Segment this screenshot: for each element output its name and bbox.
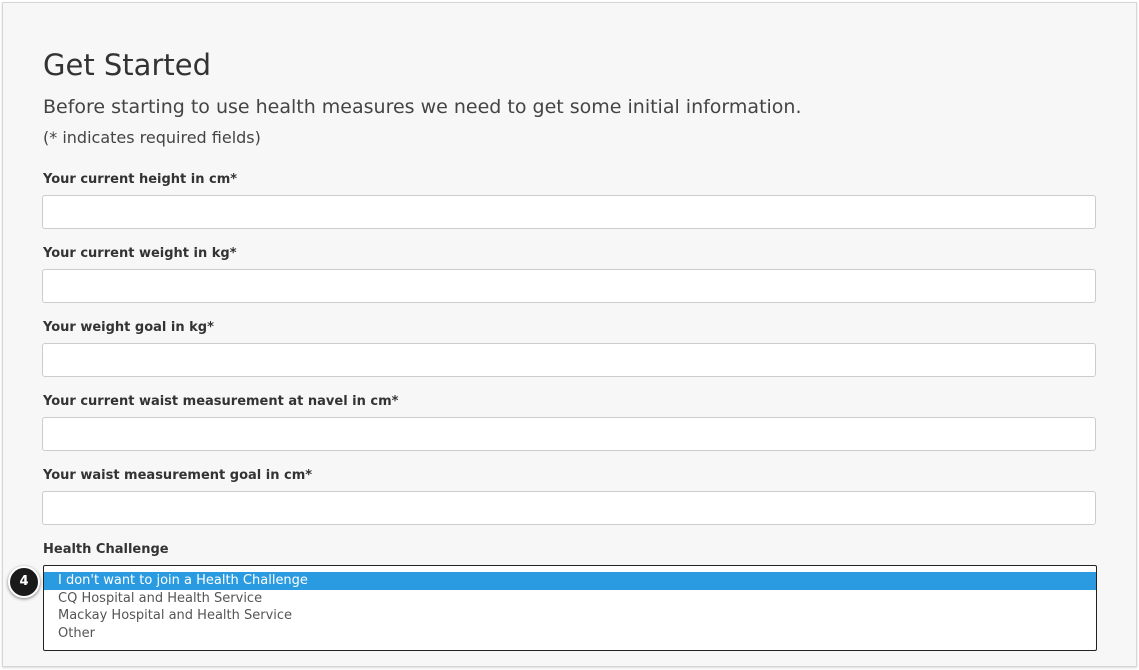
health-challenge-option[interactable]: Mackay Hospital and Health Service (44, 607, 1096, 625)
page-subtitle: Before starting to use health measures w… (43, 96, 802, 118)
health-challenge-option[interactable]: CQ Hospital and Health Service (44, 590, 1096, 608)
form-panel: Get Started Before starting to use healt… (2, 2, 1137, 667)
height-input[interactable] (42, 195, 1096, 229)
weight-goal-input[interactable] (42, 343, 1096, 377)
waist-goal-input[interactable] (42, 491, 1096, 525)
health-challenge-option[interactable]: Other (44, 625, 1096, 643)
health-challenge-listbox[interactable]: I don't want to join a Health Challenge … (43, 565, 1097, 651)
health-challenge-label: Health Challenge (43, 542, 169, 557)
waist-goal-label: Your waist measurement goal in cm* (43, 468, 313, 483)
waist-input[interactable] (42, 417, 1096, 451)
waist-label: Your current waist measurement at navel … (43, 394, 399, 409)
weight-input[interactable] (42, 269, 1096, 303)
height-label: Your current height in cm* (43, 172, 238, 187)
weight-goal-label: Your weight goal in kg* (43, 320, 214, 335)
health-challenge-option[interactable]: I don't want to join a Health Challenge (44, 572, 1096, 590)
page-title: Get Started (43, 48, 211, 82)
weight-label: Your current weight in kg* (43, 246, 237, 261)
required-fields-note: (* indicates required fields) (43, 128, 261, 147)
step-number-badge: 4 (8, 566, 40, 598)
